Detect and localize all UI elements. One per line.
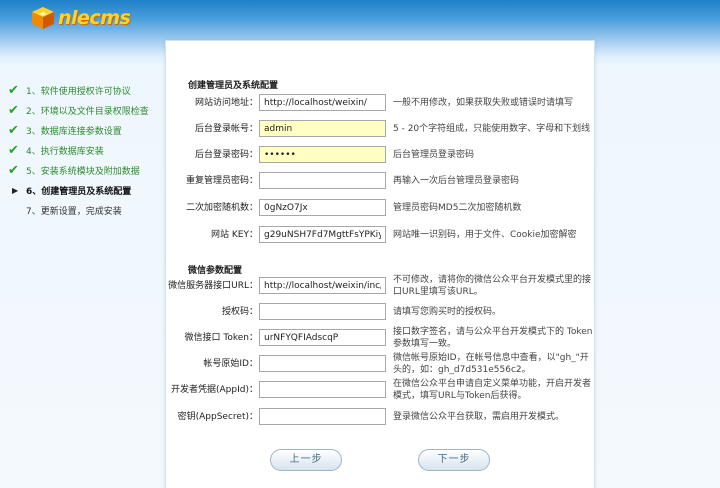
admin-user-hint: 5 - 20个字符组成，只能使用数字、字母和下划线: [393, 124, 591, 134]
section-title-wechat: 微信参数配置: [188, 266, 243, 276]
row-wx-token: 微信接口 Token： 接口数字签名，请与公众平台开发模式下的 Token 参数…: [166, 327, 596, 349]
admin-pass-confirm-label: 重复管理员密码：: [185, 176, 258, 186]
logo-cube-icon: [30, 6, 56, 30]
logo-text: nlecms: [58, 7, 131, 29]
site-key-input[interactable]: [259, 226, 386, 243]
row-app-id: 开发者凭据(AppId)： 在微信公众平台申请自定义菜单功能，开启开发者模式，填…: [166, 379, 596, 401]
step-label: 7、更新设置，完成安装: [26, 206, 122, 217]
step-database-install: ✔ 4、执行数据库安装: [8, 140, 164, 160]
auth-code-hint: 请填写您购买时的授权码。: [393, 307, 502, 317]
step-label: 1、软件使用授权许可协议: [26, 86, 131, 97]
site-url-input[interactable]: [259, 94, 386, 111]
auth-code-label: 授权码：: [221, 307, 258, 317]
second-code-input[interactable]: [259, 199, 386, 216]
row-wx-server-url: 微信服务器接口URL： 不可修改，请将你的微信公众平台开发模式里的接口URL里填…: [166, 275, 596, 297]
step-environment: ✔ 2、环境以及文件目录权限检查: [8, 100, 164, 120]
next-step-button[interactable]: 下一步: [418, 449, 490, 471]
step-label: 6、创建管理员及系统配置: [26, 186, 132, 197]
check-icon: ✔: [8, 162, 19, 178]
config-panel: 创建管理员及系统配置 网站访问地址： 一般不用修改，如果获取失败或错误时请填写 …: [165, 40, 595, 488]
admin-pass-confirm-hint: 再输入一次后台管理员登录密码: [393, 176, 520, 186]
second-code-label: 二次加密随机数：: [185, 203, 258, 213]
auth-code-input[interactable]: [259, 303, 386, 320]
check-icon: ✔: [8, 142, 19, 158]
row-site-key: 网站 KEY： 网站唯一识别码，用于文件、Cookie加密解密: [166, 226, 596, 244]
row-origin-id: 帐号原始ID： 微信帐号原始ID，在帐号信息中查看，以"gh_"开头的，如：gh…: [166, 353, 596, 375]
app-id-label: 开发者凭据(AppId)：: [171, 385, 258, 395]
admin-pass-hint: 后台管理员登录密码: [393, 150, 475, 160]
step-database-config: ✔ 3、数据库连接参数设置: [8, 120, 164, 140]
app-secret-label: 密钥(AppSecret)：: [177, 412, 258, 422]
app-id-input[interactable]: [259, 381, 386, 398]
step-label: 5、安装系统模块及附加数据: [26, 166, 140, 177]
wx-token-label: 微信接口 Token：: [184, 333, 258, 343]
site-url-hint: 一般不用修改，如果获取失败或错误时请填写: [393, 98, 574, 108]
step-label: 2、环境以及文件目录权限检查: [26, 106, 149, 117]
section-title-admin: 创建管理员及系统配置: [188, 81, 279, 91]
row-second-code: 二次加密随机数： 管理员密码MD5二次加密随机数: [166, 199, 596, 217]
step-modules: ✔ 5、安装系统模块及附加数据: [8, 160, 164, 180]
step-finish: 7、更新设置，完成安装: [8, 200, 164, 220]
site-key-label: 网站 KEY：: [211, 230, 258, 240]
admin-pass-input[interactable]: [259, 146, 386, 163]
admin-pass-confirm-input[interactable]: [259, 172, 386, 189]
wx-server-url-hint: 不可修改，请将你的微信公众平台开发模式里的接口URL里填写该URL。: [393, 275, 592, 297]
wx-token-input[interactable]: [259, 329, 386, 346]
wx-token-hint: 接口数字签名，请与公众平台开发模式下的 Token 参数填写一致。: [393, 327, 593, 349]
app-secret-input[interactable]: [259, 408, 386, 425]
row-site-url: 网站访问地址： 一般不用修改，如果获取失败或错误时请填写: [166, 94, 596, 112]
prev-step-button[interactable]: 上一步: [270, 449, 342, 471]
admin-user-input[interactable]: [259, 120, 386, 137]
site-key-hint: 网站唯一识别码，用于文件、Cookie加密解密: [393, 230, 577, 240]
step-admin-config: ▶ 6、创建管理员及系统配置: [8, 180, 164, 200]
app-secret-hint: 登录微信公众平台获取，需启用开发模式。: [393, 412, 565, 422]
second-code-hint: 管理员密码MD5二次加密随机数: [393, 203, 522, 213]
step-label: 3、数据库连接参数设置: [26, 126, 122, 137]
row-admin-pass: 后台登录密码： 后台管理员登录密码: [166, 146, 596, 164]
logo: nlecms: [30, 5, 131, 31]
admin-user-label: 后台登录帐号：: [194, 124, 258, 134]
origin-id-input[interactable]: [259, 355, 386, 372]
check-icon: ✔: [8, 122, 19, 138]
site-url-label: 网站访问地址：: [194, 98, 258, 108]
row-app-secret: 密钥(AppSecret)： 登录微信公众平台获取，需启用开发模式。: [166, 408, 596, 426]
origin-id-hint: 微信帐号原始ID，在帐号信息中查看，以"gh_"开头的，如：gh_d7d531e…: [393, 353, 589, 375]
check-icon: ✔: [8, 102, 19, 118]
wx-server-url-input[interactable]: [259, 277, 386, 294]
step-label: 4、执行数据库安装: [26, 146, 104, 157]
check-icon: ✔: [8, 82, 19, 98]
step-license: ✔ 1、软件使用授权许可协议: [8, 80, 164, 100]
row-auth-code: 授权码： 请填写您购买时的授权码。: [166, 303, 596, 321]
admin-pass-label: 后台登录密码：: [194, 150, 258, 160]
current-step-arrow-icon: ▶: [12, 185, 19, 195]
app-id-hint: 在微信公众平台申请自定义菜单功能，开启开发者模式，填写URL与Token后获得。: [393, 379, 592, 401]
row-admin-pass-confirm: 重复管理员密码： 再输入一次后台管理员登录密码: [166, 172, 596, 190]
wx-server-url-label: 微信服务器接口URL：: [168, 281, 258, 291]
row-admin-user: 后台登录帐号： 5 - 20个字符组成，只能使用数字、字母和下划线: [166, 120, 596, 138]
origin-id-label: 帐号原始ID：: [203, 359, 258, 369]
install-steps: ✔ 1、软件使用授权许可协议 ✔ 2、环境以及文件目录权限检查 ✔ 3、数据库连…: [8, 80, 164, 220]
